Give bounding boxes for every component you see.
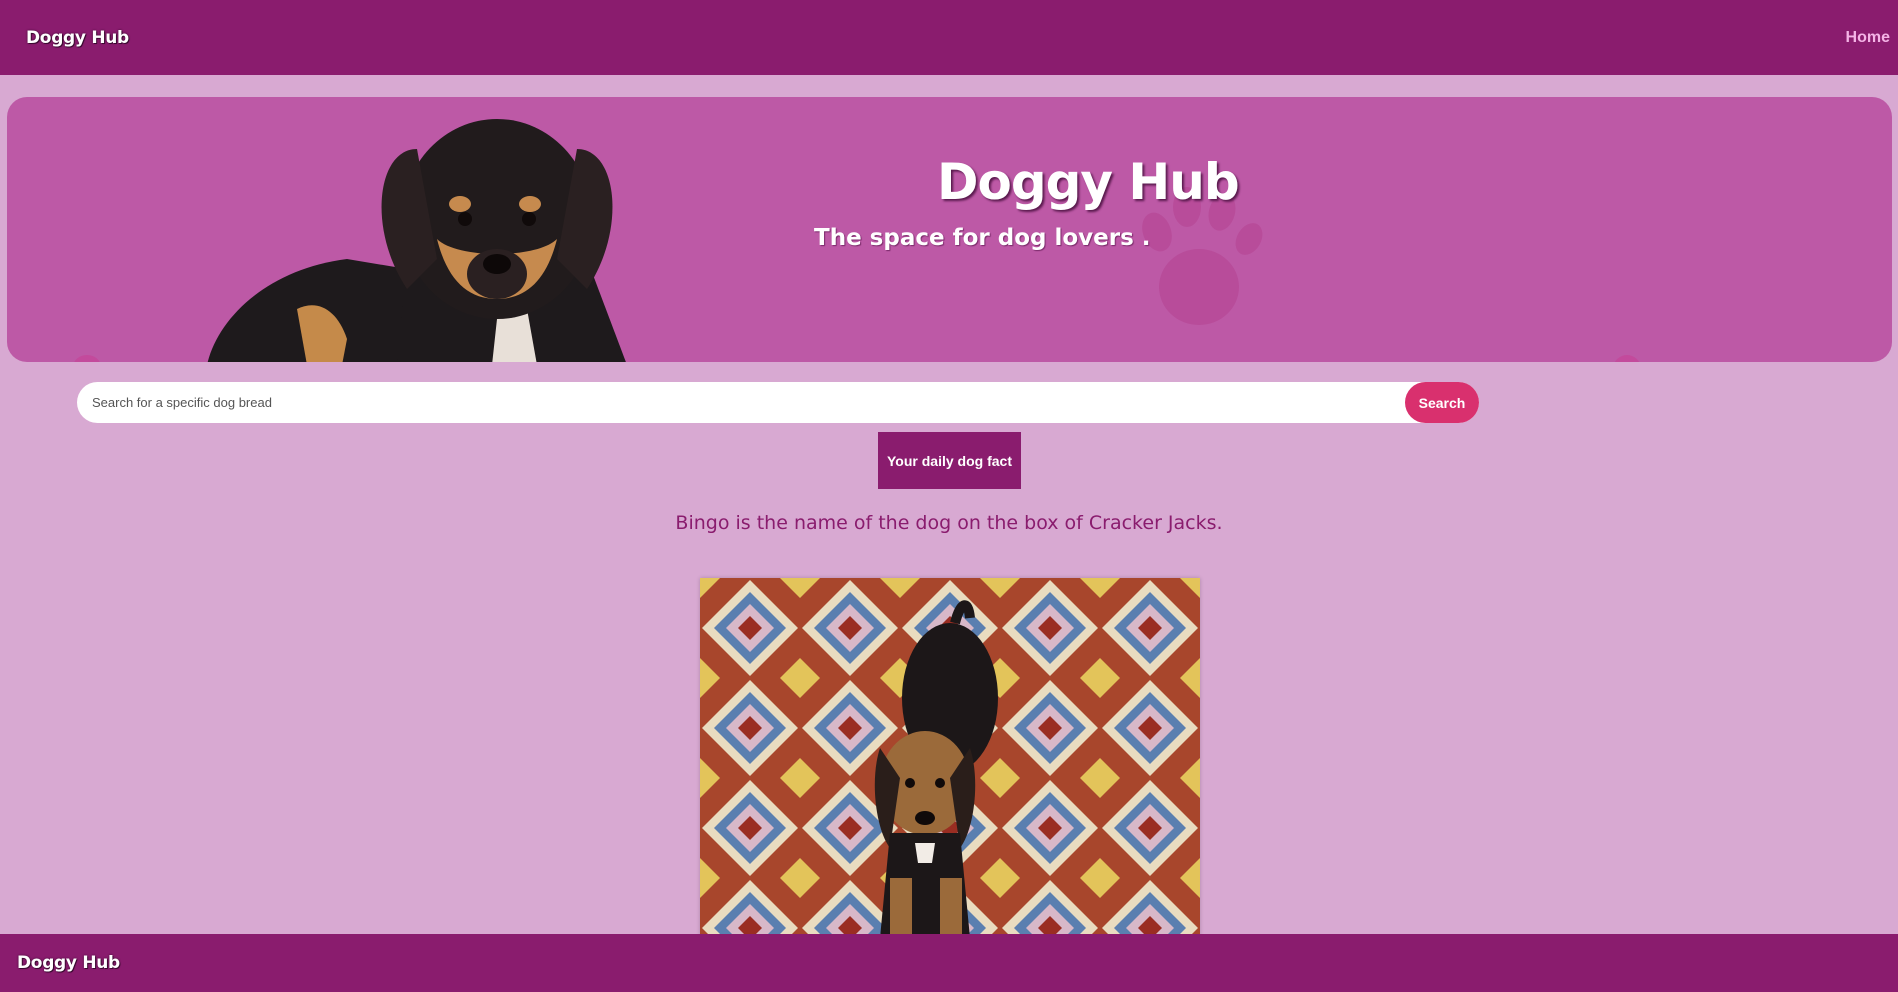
hero-title: Doggy Hub [937, 153, 1240, 211]
navbar: Doggy Hub Home [0, 0, 1898, 75]
search-bar: Search [77, 382, 1479, 423]
dog-photo [700, 578, 1200, 938]
footer-brand: Doggy Hub [17, 953, 120, 973]
daily-fact-button[interactable]: Your daily dog fact [878, 432, 1021, 489]
hero-banner: Doggy Hub The space for dog lovers . [7, 97, 1892, 362]
navbar-brand[interactable]: Doggy Hub [26, 28, 129, 48]
search-button[interactable]: Search [1405, 382, 1479, 423]
search-input[interactable] [77, 382, 1405, 423]
dog-on-rug-image [700, 578, 1200, 938]
paw-icon [1614, 355, 1640, 362]
paw-icon [74, 355, 100, 362]
dog-fact-text: Bingo is the name of the dog on the box … [675, 512, 1223, 534]
footer: Doggy Hub [0, 934, 1898, 992]
nav-home-link[interactable]: Home [1846, 29, 1890, 47]
hero-subtitle: The space for dog lovers . [814, 225, 1151, 251]
